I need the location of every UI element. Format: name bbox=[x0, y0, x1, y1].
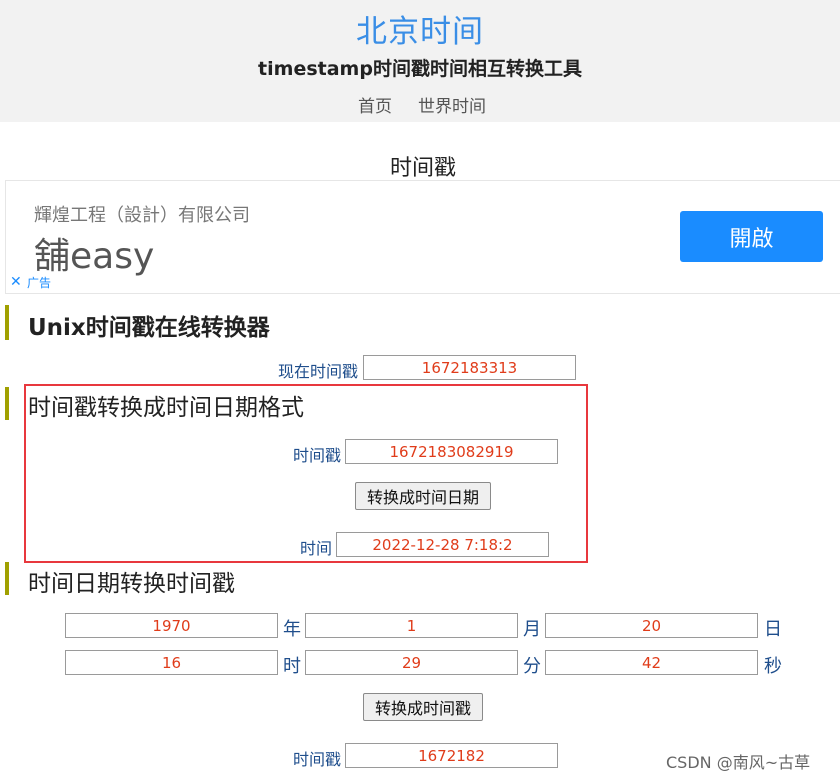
section-marker bbox=[5, 562, 9, 595]
site-header: 北京时间 timestamp时间戳时间相互转换工具 首页 世界时间 bbox=[0, 0, 840, 122]
year-unit-label: 年 bbox=[283, 619, 301, 640]
date-to-ts-title: 时间日期转换时间戳 bbox=[28, 571, 235, 597]
minute-input[interactable] bbox=[305, 650, 518, 675]
ad-banner[interactable]: 輝煌工程（設計）有限公司 舖easy 開啟 ✕ 广告 bbox=[5, 180, 840, 294]
convert-to-date-button[interactable]: 转换成时间日期 bbox=[355, 482, 491, 510]
section-marker bbox=[5, 387, 9, 420]
now-timestamp-field[interactable] bbox=[363, 355, 576, 380]
watermark: CSDN @南风~古草 bbox=[666, 753, 811, 772]
month-unit-label: 月 bbox=[523, 619, 541, 640]
ad-brand-name[interactable]: 舖easy bbox=[34, 227, 154, 279]
site-title[interactable]: 北京时间 bbox=[0, 6, 840, 51]
minute-unit-label: 分 bbox=[523, 656, 541, 677]
timestamp-result-label: 时间戳 bbox=[292, 750, 341, 769]
year-input[interactable] bbox=[65, 613, 278, 638]
time-result-label: 时间 bbox=[299, 539, 332, 558]
ad-open-button[interactable]: 開啟 bbox=[680, 211, 823, 262]
time-result-field[interactable] bbox=[336, 532, 549, 557]
nav-home-link[interactable]: 首页 bbox=[358, 92, 392, 117]
close-icon[interactable]: ✕ bbox=[10, 275, 22, 289]
page-heading: 时间戳 bbox=[389, 156, 456, 181]
second-unit-label: 秒 bbox=[764, 656, 782, 677]
timestamp-result-field[interactable] bbox=[345, 743, 558, 768]
day-unit-label: 日 bbox=[764, 619, 782, 640]
second-input[interactable] bbox=[545, 650, 758, 675]
unix-section-title: Unix时间戳在线转换器 bbox=[28, 315, 270, 341]
hour-unit-label: 时 bbox=[283, 656, 301, 677]
day-input[interactable] bbox=[545, 613, 758, 638]
hour-input[interactable] bbox=[65, 650, 278, 675]
convert-to-timestamp-button[interactable]: 转换成时间戳 bbox=[363, 693, 483, 721]
ad-company-name[interactable]: 輝煌工程（設計）有限公司 bbox=[34, 201, 250, 227]
section-marker bbox=[5, 305, 9, 340]
ts-to-date-title: 时间戳转换成时间日期格式 bbox=[28, 395, 304, 421]
month-input[interactable] bbox=[305, 613, 518, 638]
nav-world-time-link[interactable]: 世界时间 bbox=[418, 92, 486, 117]
site-subtitle: timestamp时间戳时间相互转换工具 bbox=[258, 58, 582, 80]
timestamp-input[interactable] bbox=[345, 439, 558, 464]
ad-label: 广告 bbox=[27, 276, 52, 290]
now-timestamp-label: 现在时间戳 bbox=[277, 362, 358, 381]
timestamp-label: 时间戳 bbox=[292, 446, 341, 465]
